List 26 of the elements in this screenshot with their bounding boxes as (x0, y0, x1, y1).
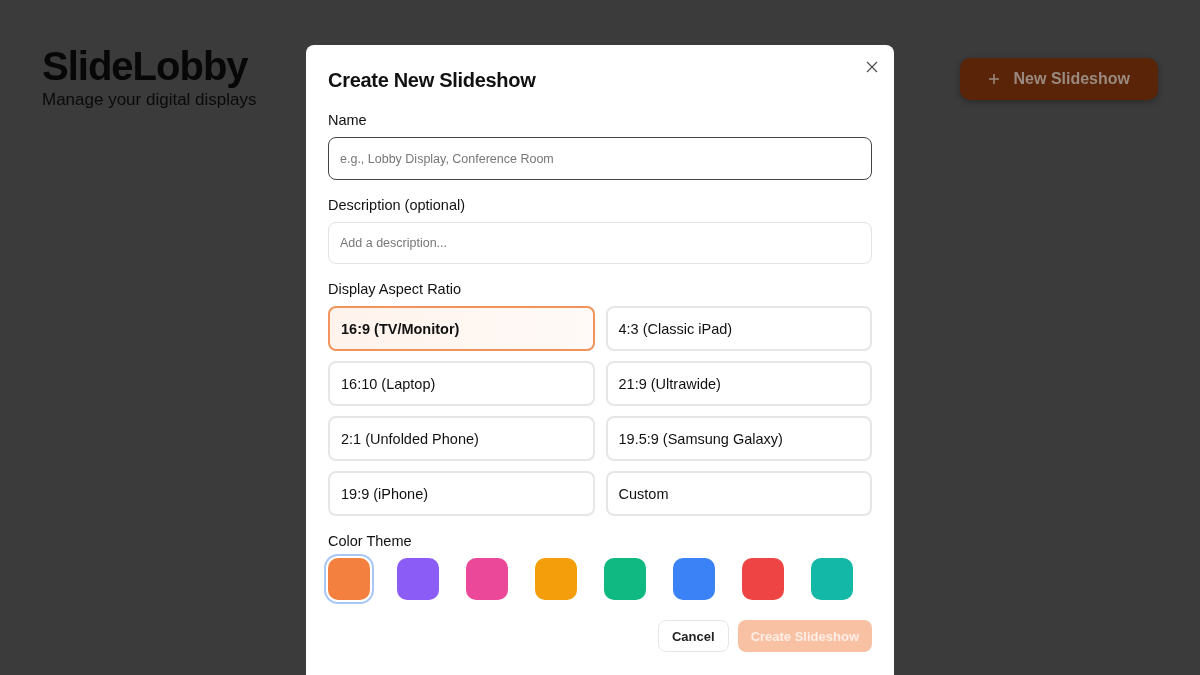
aspect-ratio-option[interactable]: 19.5:9 (Samsung Galaxy) (605, 416, 872, 461)
color-swatch[interactable] (466, 558, 508, 600)
color-swatch[interactable] (535, 558, 577, 600)
close-icon[interactable] (866, 61, 878, 73)
aspect-ratio-option[interactable]: 21:9 (Ultrawide) (605, 361, 872, 406)
aspect-ratio-option[interactable]: 2:1 (Unfolded Phone) (328, 416, 595, 461)
field-label: Name (328, 112, 368, 128)
aspect-ratio-option[interactable]: Custom (605, 471, 872, 516)
cancel-button[interactable]: Cancel (658, 620, 729, 652)
aspect-ratio-option[interactable]: 16:10 (Laptop) (328, 361, 595, 406)
section-label: Display Aspect Ratio (328, 281, 462, 297)
color-swatch[interactable] (673, 558, 715, 600)
field-label: Description (optional) (328, 197, 466, 213)
aspect-ratio-option[interactable]: 16:9 (TV/Monitor) (328, 306, 595, 351)
color-swatch[interactable] (604, 558, 646, 600)
new-slideshow-button[interactable]: New Slideshow (959, 58, 1158, 100)
name-input[interactable]: e.g., Lobby Display, Conference Room (328, 137, 872, 180)
plus-icon (987, 73, 1000, 85)
color-swatch[interactable] (742, 558, 784, 600)
color-swatch[interactable] (811, 558, 853, 600)
color-swatch[interactable] (397, 558, 439, 600)
aspect-ratio-option[interactable]: 19:9 (iPhone) (328, 471, 595, 516)
dialog-title: Create New Slideshow (328, 69, 537, 92)
description-input[interactable]: Add a description... (328, 222, 872, 264)
aspect-ratio-option[interactable]: 4:3 (Classic iPad) (605, 306, 872, 351)
section-label: Color Theme (328, 533, 413, 549)
